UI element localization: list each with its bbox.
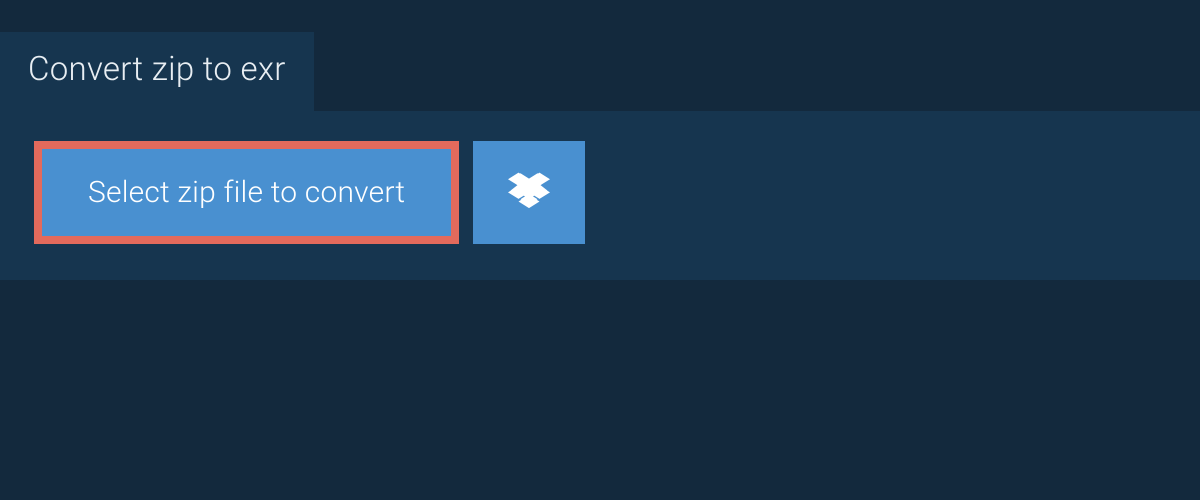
dropbox-button[interactable] (473, 141, 585, 244)
button-row: Select zip file to convert (34, 141, 1166, 244)
select-file-button[interactable]: Select zip file to convert (34, 141, 459, 244)
upload-panel: Select zip file to convert (0, 111, 1200, 280)
page-title-tab: Convert zip to exr (0, 32, 314, 111)
page-title: Convert zip to exr (28, 50, 286, 89)
dropbox-icon (508, 170, 550, 216)
select-file-label: Select zip file to convert (88, 175, 405, 210)
